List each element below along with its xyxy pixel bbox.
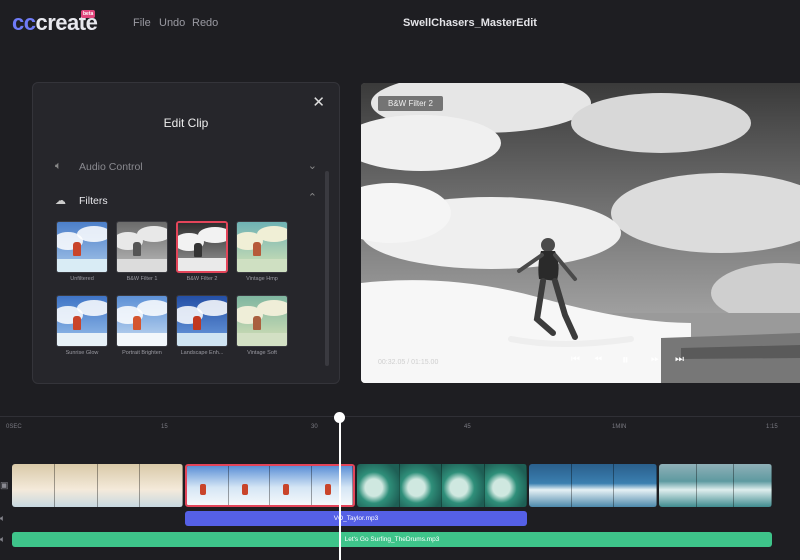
filters-icon: ☁︎	[55, 195, 66, 207]
filter-label: Unfiltered	[70, 276, 94, 282]
preview-frame-image	[361, 83, 800, 383]
filters-label: Filters	[79, 195, 108, 207]
video-track-icon: ▣	[0, 480, 9, 490]
fast-forward-icon[interactable]: ⏩︎	[651, 355, 659, 365]
playhead-line[interactable]	[339, 418, 341, 560]
audio-clip-vo[interactable]: VO_Taylor.mp3	[185, 511, 527, 526]
chevron-up-icon: ⌃	[307, 192, 317, 204]
audio-control-section[interactable]: 🔈︎ Audio Control ⌄	[55, 159, 317, 177]
close-icon[interactable]: ✕	[312, 95, 325, 110]
playhead-handle[interactable]	[334, 412, 345, 423]
app-root: cccreate beta File Undo Redo SwellChaser…	[0, 0, 800, 560]
filter-label: B&W Filter 2	[186, 276, 218, 282]
chevron-down-icon: ⌄	[307, 160, 317, 172]
filter-badge: B&W Filter 2	[378, 96, 443, 111]
filter-thumb-vintage-hmp[interactable]	[236, 221, 288, 273]
filter-thumb-bw-2[interactable]	[176, 221, 228, 273]
filter-label: Landscape Enh...	[180, 350, 224, 356]
panel-scrollbar[interactable]	[325, 171, 329, 366]
ruler-tick: 15	[161, 424, 168, 430]
speaker-icon: 🔈︎	[0, 513, 6, 523]
video-clip-ocean[interactable]	[659, 464, 772, 507]
filter-thumb-vintage-soft[interactable]	[236, 295, 288, 347]
pause-icon[interactable]: ⏸︎	[622, 353, 629, 366]
filter-label: B&W Filter 1	[126, 276, 158, 282]
panel-title: Edit Clip	[163, 116, 209, 130]
video-preview[interactable]: B&W Filter 2 00:32.05 / 01:15.00 ⏮︎ ⏪︎ ⏸…	[361, 83, 800, 383]
timecode: 00:32.05 / 01:15.00	[378, 359, 439, 366]
filter-label: Vintage Soft	[247, 350, 277, 356]
filter-label: Vintage Hmp	[246, 276, 278, 282]
top-bar: cccreate beta File Undo Redo SwellChaser…	[0, 0, 800, 46]
speaker-icon: 🔈︎	[0, 534, 6, 544]
ruler-tick: 0SEC	[6, 424, 22, 430]
audio-control-label: Audio Control	[79, 161, 143, 173]
video-clip-beach[interactable]	[12, 464, 183, 507]
filter-label: Sunrise Glow	[65, 350, 99, 356]
edit-clip-panel: Edit Clip ✕ 🔈︎ Audio Control ⌄ ☁︎ Filter…	[32, 82, 340, 384]
timeline-ruler[interactable]	[0, 416, 800, 417]
audio-clip-music[interactable]: Let's Go Surfing_TheDrums.mp3	[12, 532, 772, 547]
filter-thumb-sunrise-glow[interactable]	[56, 295, 108, 347]
filters-section[interactable]: ☁︎ Filters ⌃	[55, 192, 317, 211]
rewind-icon[interactable]: ⏪︎	[594, 355, 602, 365]
video-clip-wave-tube[interactable]	[357, 464, 527, 507]
ruler-tick: 30	[311, 424, 318, 430]
filter-thumb-bw-1[interactable]	[116, 221, 168, 273]
filter-thumb-unfiltered[interactable]	[56, 221, 108, 273]
skip-start-icon[interactable]: ⏮︎	[571, 355, 580, 365]
speaker-icon: 🔈︎	[55, 160, 62, 172]
video-clip-selected-surfer[interactable]	[185, 464, 355, 507]
ruler-tick: 1:15	[766, 424, 778, 430]
video-clip-waves[interactable]	[529, 464, 657, 507]
skip-end-icon[interactable]: ⏭︎	[675, 355, 684, 365]
filter-thumb-portrait-brighten[interactable]	[116, 295, 168, 347]
ruler-tick: 1MIN	[612, 424, 627, 430]
project-title: SwellChasers_MasterEdit	[403, 17, 537, 29]
filter-thumb-landscape-enhance[interactable]	[176, 295, 228, 347]
audio-clip-label: Let's Go Surfing_TheDrums.mp3	[344, 536, 440, 543]
ruler-tick: 45	[464, 424, 471, 430]
filter-label: Portrait Brighten	[122, 350, 162, 356]
